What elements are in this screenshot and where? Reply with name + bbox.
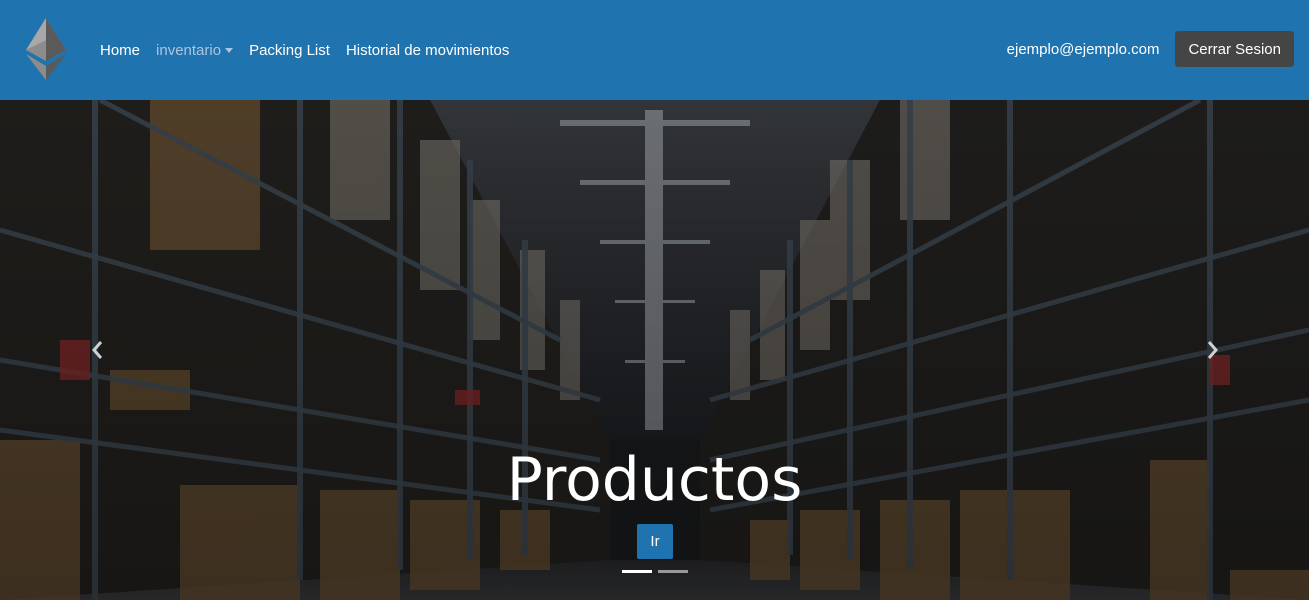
chevron-right-icon[interactable] <box>1202 338 1222 362</box>
nav-user-area: ejemplo@ejemplo.com Cerrar Sesion <box>1007 31 1294 67</box>
nav-link-home[interactable]: Home <box>100 42 140 59</box>
go-button[interactable]: Ir <box>637 524 673 559</box>
carousel-caption-title: Productos <box>506 445 803 515</box>
nav-dropdown-inventario[interactable]: inventario <box>156 41 234 59</box>
logout-button[interactable]: Cerrar Sesion <box>1175 31 1294 67</box>
carousel: Productos Ir <box>0 100 1309 600</box>
carousel-indicator-1[interactable] <box>622 570 652 573</box>
navbar: Home inventario Packing List Historial d… <box>0 0 1309 100</box>
nav-links: Home inventario Packing List Historial d… <box>100 0 525 100</box>
ethereum-logo-icon[interactable] <box>26 18 66 80</box>
user-email: ejemplo@ejemplo.com <box>1006 40 1160 58</box>
chevron-left-icon[interactable] <box>88 338 108 362</box>
carousel-indicators <box>622 570 688 573</box>
nav-link-historial[interactable]: Historial de movimientos <box>346 42 509 59</box>
carousel-indicator-2[interactable] <box>658 570 688 573</box>
nav-link-packing-list[interactable]: Packing List <box>249 42 330 59</box>
nav-dropdown-label: inventario <box>156 41 222 59</box>
caret-down-icon <box>225 47 234 53</box>
